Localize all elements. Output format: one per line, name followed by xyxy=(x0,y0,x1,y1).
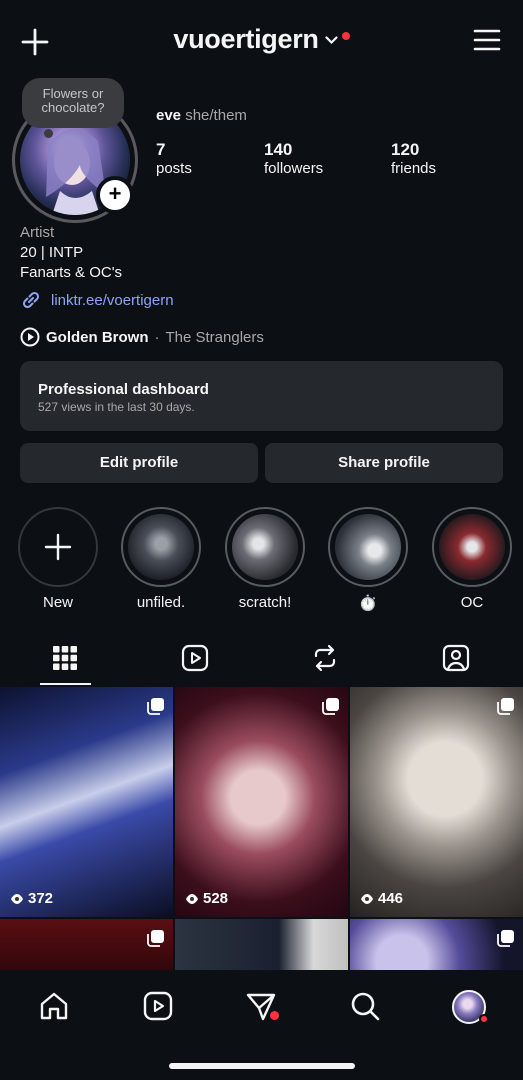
tab-reels[interactable] xyxy=(175,638,215,678)
friends-stat[interactable]: 120 friends xyxy=(391,140,436,178)
multi-post-icon xyxy=(322,698,339,715)
followers-stat[interactable]: 140 followers xyxy=(264,140,323,178)
followers-label: followers xyxy=(264,160,324,177)
bio: Artist 20 | INTP Fanarts & OC's xyxy=(20,223,122,283)
active-tab-indicator xyxy=(40,683,91,685)
friends-label: friends xyxy=(391,160,437,177)
tab-posts-grid[interactable] xyxy=(45,638,85,678)
highlight-item[interactable]: unfiled. xyxy=(121,507,201,611)
view-count-text: 446 xyxy=(378,890,404,907)
multi-post-icon xyxy=(497,930,514,947)
posts-label: posts xyxy=(156,160,192,177)
eye-icon xyxy=(361,893,373,904)
dashboard-subtitle: 527 views in the last 30 days. xyxy=(38,400,195,414)
full-name: eve she/them xyxy=(156,107,247,124)
search-icon[interactable] xyxy=(349,990,381,1022)
bio-line: 20 | INTP xyxy=(20,244,84,261)
followers-count: 140 xyxy=(264,140,293,159)
highlight-new[interactable]: New xyxy=(18,507,98,611)
notification-dot xyxy=(479,1014,489,1024)
highlight-item[interactable]: OC xyxy=(432,507,512,611)
profile-music[interactable]: Golden Brown · The Stranglers xyxy=(20,327,264,347)
repost-icon xyxy=(314,644,336,672)
add-story-button[interactable]: + xyxy=(96,176,134,214)
post-thumbnail[interactable]: 372 xyxy=(0,687,173,917)
notification-dot xyxy=(341,32,350,40)
highlight-cover xyxy=(439,514,505,580)
username-title: vuoertigern xyxy=(173,24,319,54)
edit-profile-button[interactable]: Edit profile xyxy=(20,443,258,483)
professional-dashboard[interactable]: Professional dashboard 527 views in the … xyxy=(20,361,503,431)
highlight-label: unfiled. xyxy=(136,594,186,611)
grid-icon xyxy=(53,646,77,670)
hamburger-menu-icon[interactable] xyxy=(473,28,501,52)
bio-link[interactable]: linktr.ee/voertigern xyxy=(20,289,174,311)
friends-count: 120 xyxy=(391,140,420,159)
eye-icon xyxy=(186,893,198,904)
posts-count: 7 xyxy=(156,140,166,159)
reels-icon xyxy=(181,644,209,672)
username-switcher[interactable]: vuoertigern xyxy=(0,24,523,55)
chevron-down-icon xyxy=(325,36,338,45)
multi-post-icon xyxy=(497,698,514,715)
highlight-cover xyxy=(232,514,298,580)
song-separator: · xyxy=(154,328,160,346)
notification-dot xyxy=(268,1009,281,1022)
tab-reposts[interactable] xyxy=(305,638,345,678)
view-count: 372 xyxy=(10,890,53,907)
eye-icon xyxy=(11,893,23,904)
view-count: 446 xyxy=(360,890,403,907)
highlight-label: OC xyxy=(460,594,484,611)
view-count-text: 528 xyxy=(203,890,229,907)
tab-tagged[interactable] xyxy=(436,638,476,678)
link-text: linktr.ee/voertigern xyxy=(51,291,174,309)
share-profile-button[interactable]: Share profile xyxy=(265,443,503,483)
posts-stat[interactable]: 7 posts xyxy=(156,140,192,178)
post-thumbnail[interactable]: 528 xyxy=(175,687,348,917)
new-highlight-circle xyxy=(18,507,98,587)
link-icon xyxy=(20,289,42,311)
highlight-label: scratch! xyxy=(238,594,292,611)
highlight-cover xyxy=(128,514,194,580)
note-bubble[interactable]: Flowers or chocolate? xyxy=(22,78,124,138)
highlight-item[interactable]: scratch! xyxy=(225,507,305,611)
play-circle-icon xyxy=(20,327,40,347)
home-indicator xyxy=(169,1063,355,1069)
highlight-cover xyxy=(335,514,401,580)
home-icon[interactable] xyxy=(38,990,70,1022)
pronouns: she/them xyxy=(185,107,247,124)
dashboard-title: Professional dashboard xyxy=(38,381,209,398)
name-text: eve xyxy=(156,107,182,124)
highlight-label: ⏱️ xyxy=(358,595,378,612)
reels-icon[interactable] xyxy=(142,990,174,1022)
song-artist: The Stranglers xyxy=(165,328,264,346)
highlight-label: New xyxy=(42,594,73,611)
highlight-item[interactable]: ⏱️ xyxy=(328,507,408,612)
multi-post-icon xyxy=(147,698,164,715)
category-label: Artist xyxy=(20,224,55,241)
song-title: Golden Brown xyxy=(46,328,149,346)
multi-post-icon xyxy=(147,930,164,947)
bio-line: Fanarts & OC's xyxy=(20,264,123,281)
tagged-icon xyxy=(442,644,470,672)
plus-icon xyxy=(44,533,72,561)
view-count-text: 372 xyxy=(28,890,54,907)
view-count: 528 xyxy=(185,890,228,907)
post-thumbnail[interactable]: 446 xyxy=(350,687,523,917)
